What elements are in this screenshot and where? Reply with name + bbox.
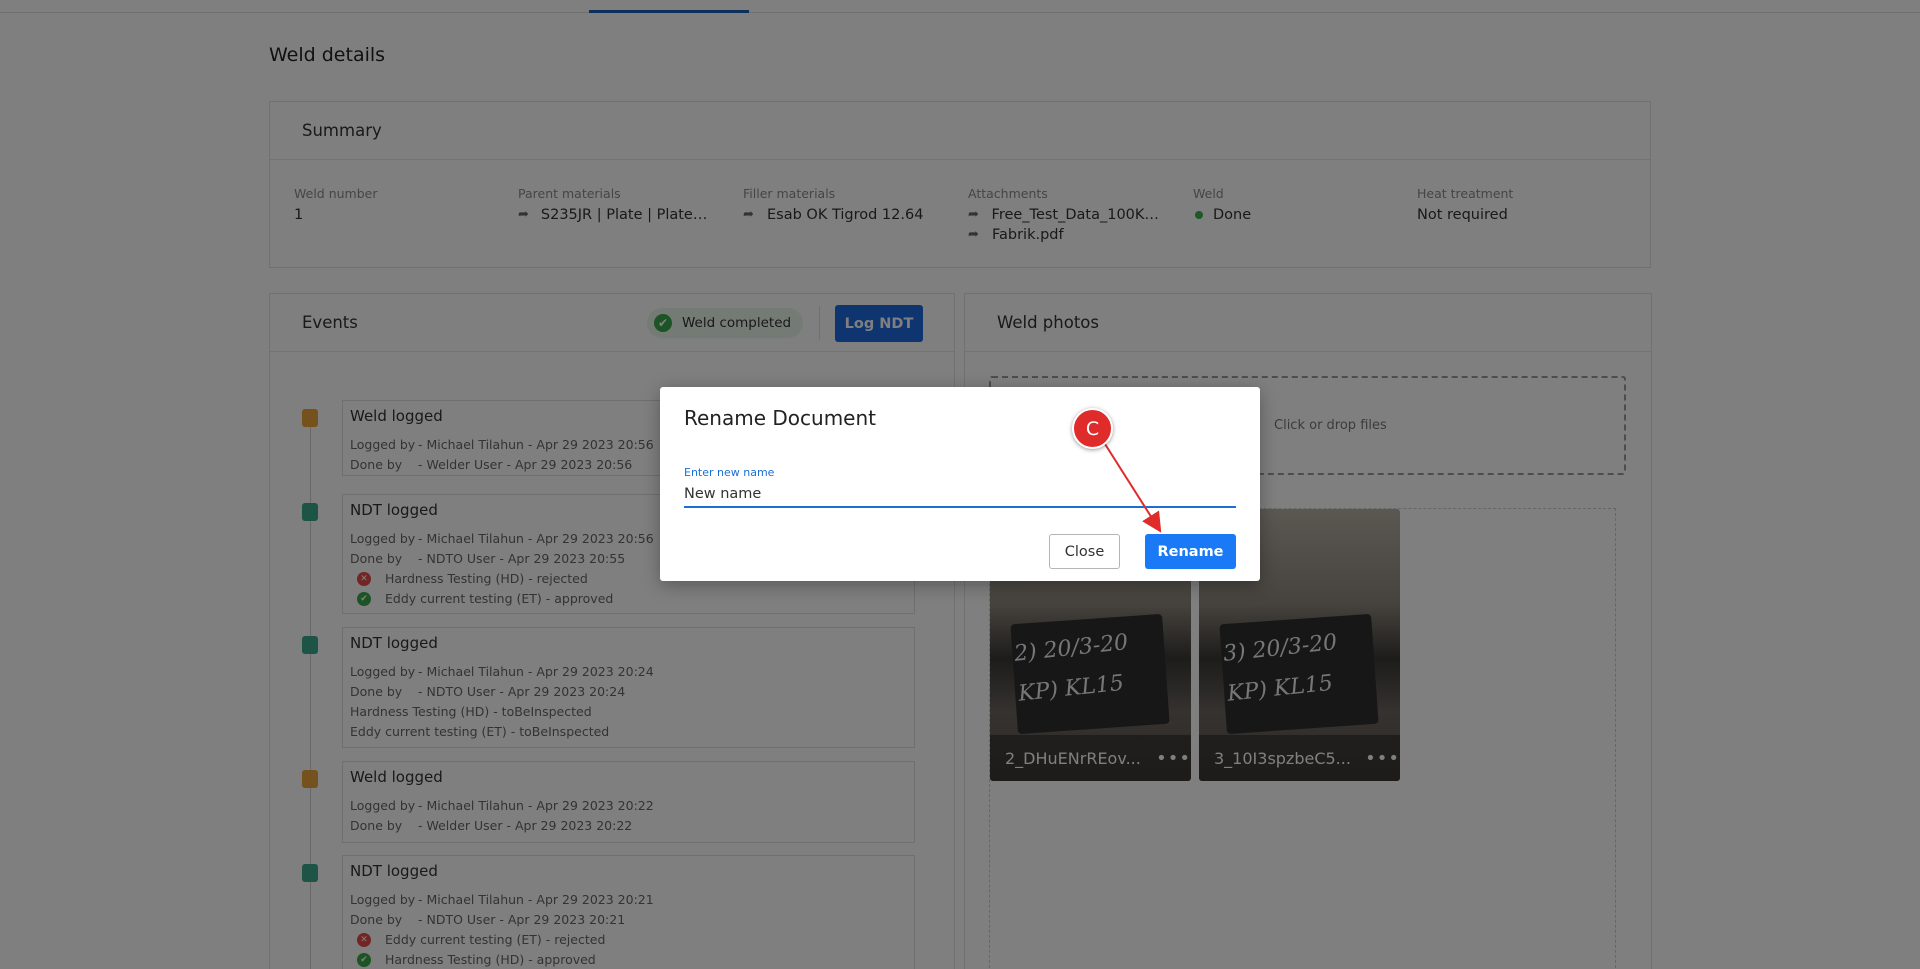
rename-button[interactable]: Rename (1145, 534, 1236, 569)
annotation-marker: C (1072, 408, 1113, 449)
rename-document-dialog: Rename Document Enter new name Close Ren… (660, 387, 1260, 581)
dialog-title: Rename Document (684, 406, 876, 430)
new-name-input[interactable] (684, 481, 1236, 508)
new-name-label: Enter new name (684, 466, 775, 479)
close-button[interactable]: Close (1049, 534, 1120, 569)
